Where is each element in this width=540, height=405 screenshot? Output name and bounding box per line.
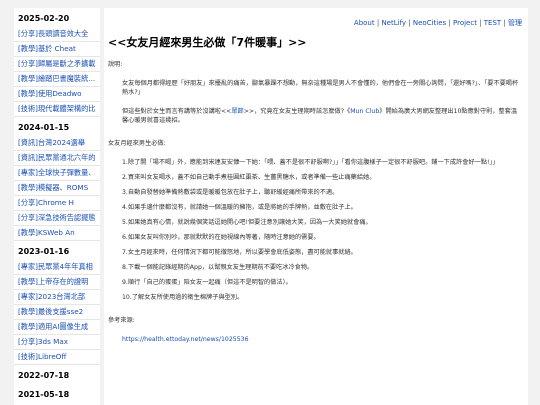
sidebar-post-link[interactable]: [教學]適用AI圖像生成 — [14, 320, 100, 335]
sidebar-post-link[interactable]: [教學]模擬器、ROMS — [14, 181, 100, 196]
sidebar-post-link[interactable]: [教學]基於 Cheat — [14, 42, 100, 57]
sidebar: 2025-02-20 [分享]長頭讀音效大全 [教學]基於 Cheat [分享]歸屬是… — [14, 8, 100, 405]
nav-neocities-link[interactable]: NeoCities — [413, 19, 446, 27]
intro-paragraph-1: 女友每個月都得經歷「好朋友」來擾亂的痛苦，腳氣暴躁不想動，無奈這種場是男人不會懂… — [122, 80, 519, 96]
tip-item: 8.下載一個能記錄經期的App，以幫親女友生理期前不要吃冰冷食物。 — [122, 264, 314, 271]
sidebar-post-link[interactable]: [分享]Chrome H — [14, 196, 100, 211]
sidebar-post-link[interactable]: [教學]KSWeb An — [14, 226, 100, 241]
nav-test-link[interactable]: TEST — [484, 19, 501, 27]
intro-text-pre: 但這些對於女生而言有講等於沒講啦<< — [122, 108, 232, 115]
sidebar-post-link[interactable]: [專家]全球快子彈數量、 — [14, 166, 100, 181]
tip-item: 4.如果手邊什麼都沒有，就請她一個溫暖的擁抱，或是將她的手牌熱，並敷在肚子上。 — [122, 204, 357, 211]
top-nav: About | NetLify | NeoCities | Project | … — [354, 18, 522, 28]
sidebar-post-link[interactable]: [分享]歸屬是斷之矛擴載 — [14, 57, 100, 72]
sidebar-post-link[interactable]: [資訊]台灣2024選舉 — [14, 136, 100, 151]
sidebar-post-link[interactable]: [專家]民眾黨4年年真相 — [14, 260, 100, 275]
nav-separator: | — [476, 19, 484, 27]
main-content: About | NetLify | NeoCities | Project | … — [104, 8, 528, 405]
intro-link-mun-club[interactable]: Mun Club — [350, 108, 379, 115]
intro-text-mid: >>，究竟在女友生理期時該怎麼做?《 — [243, 108, 351, 115]
tip-item: 6.如果女友叫你別吵，那就默默的在她視線內等著，隨時注意她的需要。 — [122, 234, 320, 241]
tip-item: 10.了解女友所使用過的衛生棉牌子與型別。 — [122, 294, 244, 301]
nav-netlify-link[interactable]: NetLify — [381, 19, 406, 27]
intro-label: 說明: — [108, 61, 123, 68]
nav-separator: | — [446, 19, 453, 27]
intro-paragraph-2: 但這些對於女生而言有講等於沒講啦<<眾節>>，究竟在女友生理期時該怎麼做?《Mu… — [108, 107, 520, 125]
sidebar-date-heading: 2023-01-16 — [18, 247, 70, 256]
nav-project-link[interactable]: Project — [453, 19, 477, 27]
reference-label: 參考來源: — [108, 317, 135, 324]
article-title: <<女友月經來男生必做「7件暖事」>> — [108, 36, 307, 49]
sidebar-date-heading: 2024-01-15 — [18, 123, 70, 132]
sidebar-post-link[interactable]: [分享]3ds Max — [14, 335, 100, 350]
nav-about-link[interactable]: About — [354, 19, 375, 27]
sidebar-post-link[interactable]: [教學]繪踏巴書魔裝統... — [14, 72, 100, 87]
tips-list: 1.除了開「場不喝」外，應能到宋連友安慷一下她：「喂、蓋不是很不舒服啊?」」「看… — [108, 158, 520, 302]
sidebar-post-link[interactable]: [資訊]民眾黨通北六年的 — [14, 151, 100, 166]
nav-separator: | — [501, 19, 508, 27]
sidebar-post-link[interactable]: [分享]深急技術告認擺態 — [14, 211, 100, 226]
nav-admin-link[interactable]: 管理 — [508, 19, 522, 27]
sidebar-post-link[interactable]: [技術]LibreOff — [14, 350, 100, 365]
tips-label: 女友月經來男生必做: — [108, 140, 166, 147]
tip-item: 1.除了開「場不喝」外，應能到宋連友安慷一下她：「喂、蓋不是很不舒服啊?」」「看… — [122, 159, 499, 166]
sidebar-post-link[interactable]: [分享]長頭讀音效大全 — [14, 27, 100, 42]
sidebar-date-heading: 2025-02-20 — [18, 14, 70, 23]
intro-link-zhongjie[interactable]: 眾節 — [231, 108, 243, 115]
sidebar-post-link[interactable]: [專家]2023台灣北部 — [14, 290, 100, 305]
sidebar-date-heading: 2022-07-18 — [18, 371, 70, 380]
tip-item: 2.買來叫女友喝水，蓋不如自己動手煮桂圓紅棗茶、生薑黑糖水，或者準備一些止痛藥給… — [122, 174, 376, 181]
tip-item: 9.順行「自己的蛋蛋」陪女友一起痛（但這不是明智的做法）。 — [122, 279, 292, 286]
sidebar-date-heading: 2021-05-18 — [18, 390, 70, 399]
nav-separator: | — [406, 19, 413, 27]
sidebar-post-link[interactable]: [教學]上帝存在的證明 — [14, 275, 100, 290]
tip-item: 5.如果她真有心情，就說幾個笑話逗她開心吧!但要注意別讓她大笑，因為一大笑她就會… — [122, 219, 372, 226]
article-body: 說明: 女友每個月都得經歷「好朋友」來擾亂的痛苦，腳氣暴躁不想動，無奈這種場是男… — [108, 60, 520, 344]
tip-item: 3.自動自發替她準備熱敷袋或是暖暖包放在肚子上，聽舒緩經痛所帶來的不適。 — [122, 189, 339, 196]
sidebar-post-link[interactable]: [教學]最後支援sse2 — [14, 305, 100, 320]
sidebar-post-link[interactable]: [教學]使用Deadwo — [14, 87, 100, 102]
tip-item: 7.女主月經來時，任何情況下都可能徹怒地，所以要學會底低姿態，盡可能就事就絡。 — [122, 249, 357, 256]
reference-link[interactable]: https://health.ettoday.net/news/1025536 — [108, 336, 249, 343]
sidebar-post-link[interactable]: [技術]現代載體架構的比 — [14, 102, 100, 117]
